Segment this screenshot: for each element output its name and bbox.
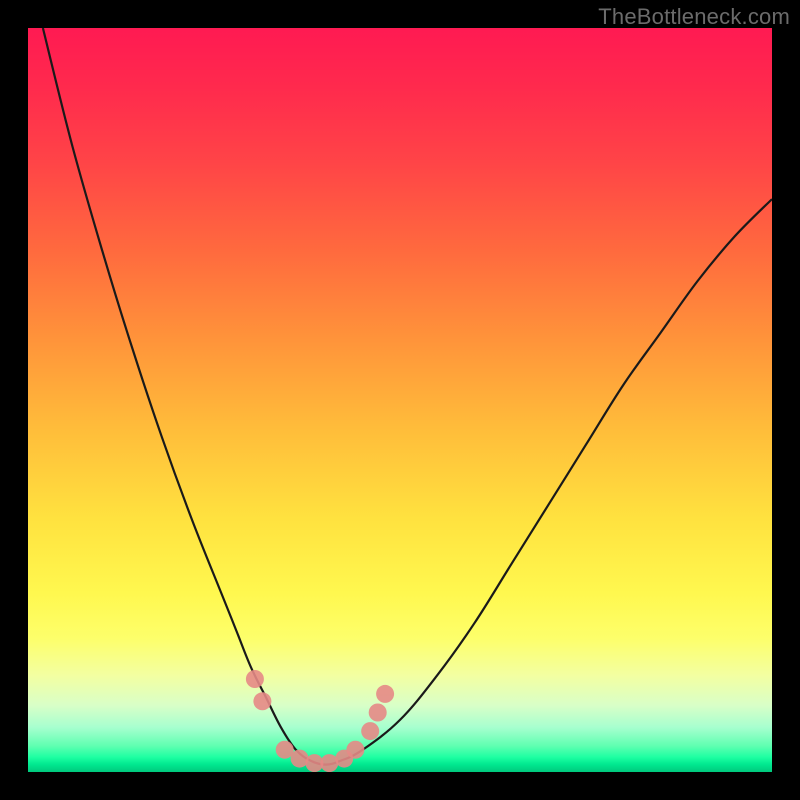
curve-markers-group <box>246 670 394 772</box>
chart-plot-area <box>28 28 772 772</box>
curve-marker <box>246 670 264 688</box>
watermark-text: TheBottleneck.com <box>598 4 790 30</box>
curve-marker <box>369 704 387 722</box>
curve-marker <box>346 741 364 759</box>
bottleneck-curve-svg <box>28 28 772 772</box>
curve-marker <box>376 685 394 703</box>
curve-marker <box>361 722 379 740</box>
curve-marker <box>253 692 271 710</box>
bottleneck-curve-path <box>43 28 772 765</box>
